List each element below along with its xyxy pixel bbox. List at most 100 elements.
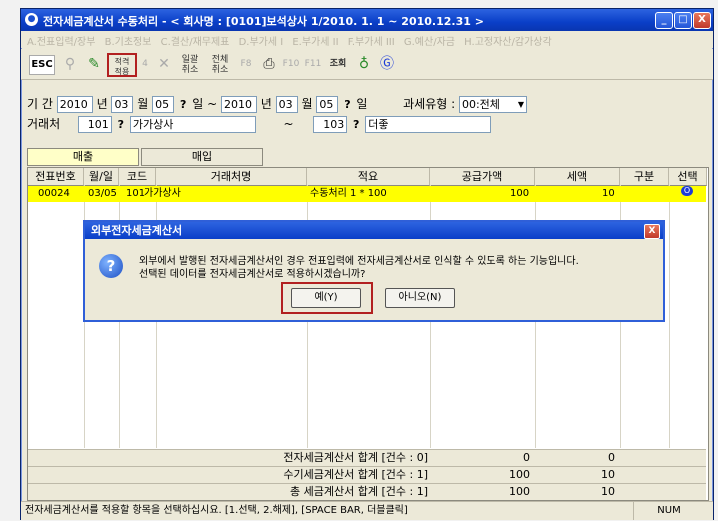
chevron-down-icon: ▼	[517, 100, 524, 109]
summary-supply: 100	[509, 468, 530, 481]
apply-button[interactable]: 적격 적용	[107, 53, 137, 77]
close-button[interactable]: X	[693, 12, 711, 29]
bulb-icon[interactable]: ♁	[355, 53, 373, 75]
menu-bar: A.전표입력/장부 B.기초정보 C.결산/재무제표 D.부가세 I E.부가세…	[21, 31, 713, 48]
f8-button[interactable]: F8	[237, 53, 255, 75]
tax-cell: 10	[602, 188, 615, 199]
tilde: ~	[207, 97, 218, 111]
client-cell: 가가상사	[144, 188, 181, 199]
menu-item[interactable]: E.부가세 II	[292, 33, 338, 48]
menu-item[interactable]: G.예산/자금	[404, 33, 455, 48]
summary-tax: 10	[601, 485, 615, 498]
client-to-code-field[interactable]: 103	[313, 116, 348, 133]
year-unit: 년	[260, 97, 272, 111]
tilde: ~	[283, 117, 294, 131]
tax-type-label: 과세유형 :	[403, 97, 456, 111]
summary-supply: 100	[509, 485, 530, 498]
client-from-name-field[interactable]: 가가상사	[129, 116, 256, 133]
tab-sales[interactable]: 매출	[27, 148, 139, 166]
all-cancel-button[interactable]: 전체 취소	[207, 53, 233, 77]
menu-item[interactable]: F.부가세 III	[348, 33, 395, 48]
delete-icon[interactable]: ✕	[155, 53, 173, 75]
column-header[interactable]: 전표번호	[28, 168, 84, 186]
summary-supply: 0	[523, 451, 530, 464]
voucher-cell: 00024	[38, 188, 70, 199]
no-button[interactable]: 아니오(N)	[385, 288, 455, 308]
apply-label-2: 적용	[114, 67, 130, 76]
column-header[interactable]: 적요	[307, 168, 430, 186]
num-lock-indicator: NUM	[633, 502, 704, 520]
apply-label-1: 적격	[114, 57, 130, 66]
minimize-button[interactable]: _	[655, 12, 673, 29]
summary-tax: 10	[601, 468, 615, 481]
summary-label: 수기세금계산서 합계 [건수 : 1]	[283, 468, 428, 481]
batch-cancel-button[interactable]: 일괄 취소	[177, 53, 203, 77]
question-icon: ?	[99, 254, 123, 278]
end-month-field[interactable]: 03	[275, 96, 298, 113]
day-unit: 일	[356, 97, 368, 111]
column-header[interactable]: 선택	[669, 168, 707, 186]
window-title: 전자세금계산서 수동처리 - < 회사명 : [0101]보석상사 1/2010…	[43, 15, 484, 28]
title-bar: ● 전자세금계산서 수동처리 - < 회사명 : [0101]보석상사 1/20…	[21, 9, 713, 31]
menu-item[interactable]: B.기초정보	[105, 33, 152, 48]
summary-row: 수기세금계산서 합계 [건수 : 1] 100 10	[28, 466, 706, 483]
dialog-title-bar: 외부전자세금계산서 X	[85, 222, 663, 239]
tax-type-select[interactable]: 00:전체 ▼	[458, 96, 527, 113]
column-header[interactable]: 거래처명	[156, 168, 307, 186]
help-icon[interactable]: ⚲	[61, 53, 79, 75]
print-icon[interactable]: ⎙	[259, 53, 279, 75]
dialog-message-line-2: 선택된 데이터를 전자세금계산서로 적용하시겠습니까?	[139, 269, 366, 280]
confirm-dialog: 외부전자세금계산서 X ? 외부에서 발행된 전자세금계산서인 경우 전표입력에…	[83, 220, 665, 322]
summary-tax: 0	[608, 451, 615, 464]
start-year-field[interactable]: 2010	[56, 96, 93, 113]
column-header[interactable]: 월/일	[84, 168, 119, 186]
lookup-icon[interactable]: ?	[353, 118, 359, 131]
menu-item[interactable]: H.고정자산/감가상각	[464, 33, 552, 48]
summary-label: 총 세금계산서 합계 [건수 : 1]	[290, 485, 428, 498]
tab-purchase[interactable]: 매입	[141, 148, 263, 166]
maximize-button[interactable]: □	[674, 12, 692, 29]
pencil-icon[interactable]: ✎	[83, 53, 105, 75]
period-row: 기 간 2010 년 03 월 05 ? 일 ~ 2010 년 03 월 05 …	[27, 95, 527, 113]
start-month-field[interactable]: 03	[111, 96, 134, 113]
start-day-field[interactable]: 05	[152, 96, 175, 113]
yes-button[interactable]: 예(Y)	[291, 288, 361, 308]
end-day-field[interactable]: 05	[316, 96, 339, 113]
supply-cell: 100	[510, 188, 530, 199]
client-to-name-field[interactable]: 더좋	[365, 116, 492, 133]
menu-item[interactable]: A.전표입력/장부	[27, 33, 95, 48]
table-row[interactable]: 00024 03/05 101 가가상사 수동처리 1 * 100 100 10…	[28, 186, 706, 202]
client-from-code-field[interactable]: 101	[77, 116, 112, 133]
summary-row: 총 세금계산서 합계 [건수 : 1] 100 10	[28, 483, 706, 500]
date-cell: 03/05	[88, 188, 117, 199]
end-year-field[interactable]: 2010	[220, 96, 257, 113]
g-logo-icon[interactable]: Ⓖ	[377, 53, 397, 75]
select-cell[interactable]: O	[681, 186, 693, 196]
month-unit: 월	[137, 97, 149, 111]
menu-item[interactable]: C.결산/재무제표	[161, 33, 230, 48]
lookup-icon[interactable]: ?	[118, 118, 124, 131]
client-row: 거래처 101 ? 가가상사 ~ 103 ? 더좋	[27, 115, 492, 133]
desc-cell: 수동처리 1 * 100	[310, 188, 387, 199]
column-header[interactable]: 코드	[119, 168, 156, 186]
year-unit: 년	[96, 97, 108, 111]
lookup-icon[interactable]: ?	[180, 98, 186, 111]
summary-label: 전자세금계산서 합계 [건수 : 0]	[283, 451, 428, 464]
summary-row: 전자세금계산서 합계 [건수 : 0] 0 0	[28, 449, 706, 466]
column-header[interactable]: 구분	[620, 168, 669, 186]
f10-button[interactable]: F10	[281, 53, 301, 75]
f4-button[interactable]: 4	[139, 53, 151, 75]
search-button[interactable]: 조회	[327, 53, 349, 75]
column-header[interactable]: 공급가액	[430, 168, 535, 186]
invoice-grid: 전표번호 월/일 코드 거래처명 적요 공급가액 세액 구분 선택 00024 …	[27, 167, 709, 501]
tax-type-value: 00:전체	[461, 98, 500, 111]
day-unit: 일	[192, 97, 204, 111]
dialog-title: 외부전자세금계산서	[91, 224, 183, 237]
menu-item[interactable]: D.부가세 I	[239, 33, 284, 48]
esc-button[interactable]: ESC	[29, 55, 55, 75]
column-header[interactable]: 세액	[535, 168, 620, 186]
dialog-close-button[interactable]: X	[644, 224, 660, 239]
lookup-icon[interactable]: ?	[344, 98, 350, 111]
status-bar: 전자세금계산서를 적용할 항목을 선택하십시요. [1.선택, 2.해제], […	[21, 501, 713, 520]
f11-button[interactable]: F11	[303, 53, 323, 75]
